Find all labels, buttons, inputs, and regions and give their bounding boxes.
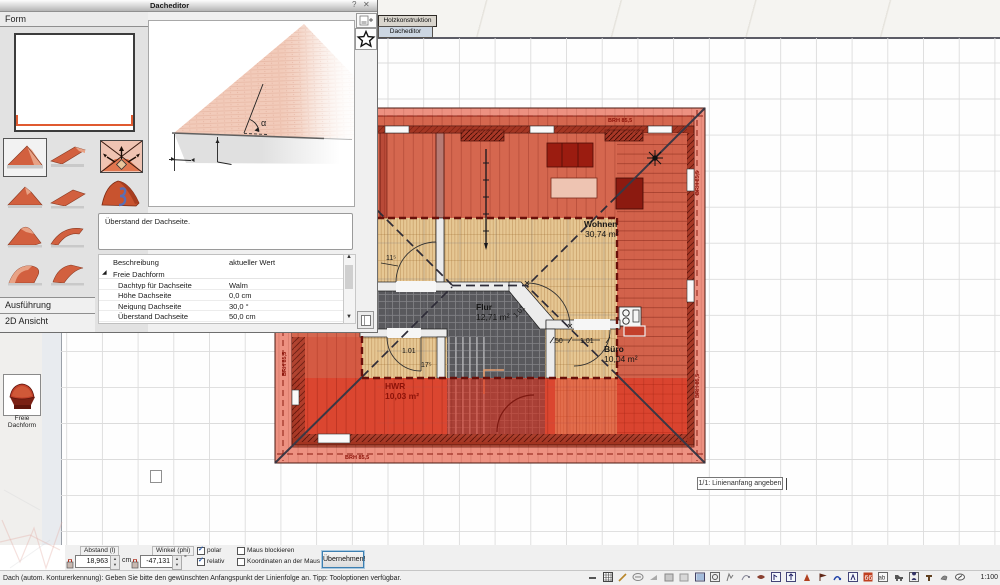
svg-text:30,74 m²: 30,74 m² [585,229,619,239]
svg-text:BRH 85,5: BRH 85,5 [282,352,288,376]
svg-text:17⁵: 17⁵ [421,362,432,369]
svg-text:11⁵: 11⁵ [386,255,396,262]
svg-text:10,03 m²: 10,03 m² [385,391,419,401]
svg-text:1.01: 1.01 [580,338,594,345]
svg-text:BRH 85,5: BRH 85,5 [695,374,701,398]
svg-text:Flur: Flur [476,302,493,312]
svg-text:Wohnen: Wohnen [584,219,617,229]
svg-text:12,71 m²: 12,71 m² [476,312,510,322]
svg-text:α: α [261,118,266,128]
svg-text:ab: ab [879,576,886,582]
svg-text:BRH 85,5: BRH 85,5 [608,118,632,124]
svg-text:.50: .50 [553,338,563,345]
svg-text:10,04 m²: 10,04 m² [604,354,638,364]
svg-text:Büro: Büro [604,344,624,354]
svg-text:1.01: 1.01 [402,348,416,355]
svg-text:66: 66 [865,575,873,582]
svg-text:BRH 85,5: BRH 85,5 [695,171,701,195]
svg-text:BRH 85,5: BRH 85,5 [345,455,369,461]
svg-text:HWR: HWR [385,381,405,391]
